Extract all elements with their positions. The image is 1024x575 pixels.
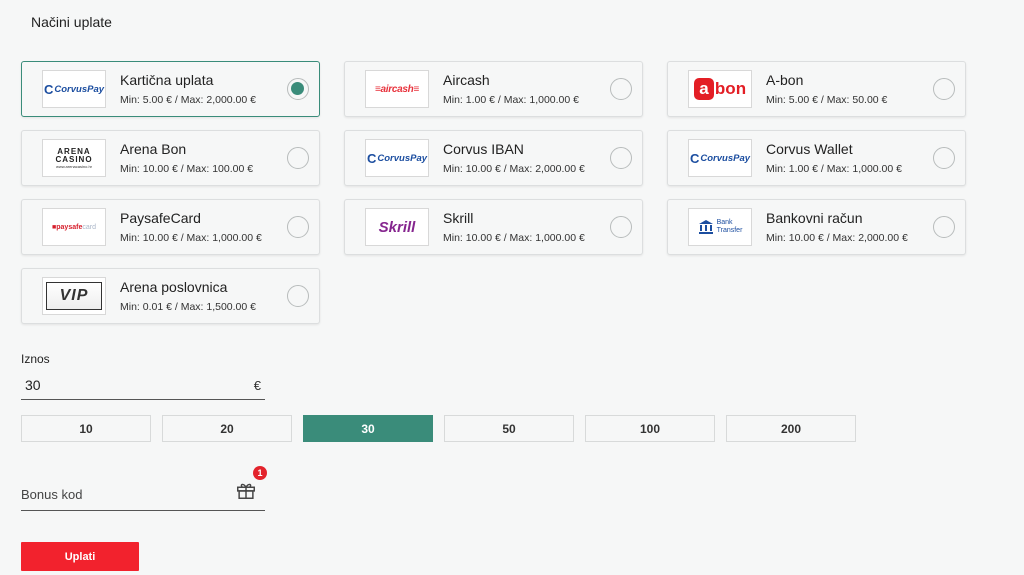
payment-method-name: Kartična uplata (120, 72, 214, 88)
payment-method-limits: Min: 5.00 € / Max: 2,000.00 € (120, 94, 256, 106)
payment-method-radio[interactable] (933, 78, 955, 100)
preset-button-100[interactable]: 100 (585, 415, 715, 442)
corvus-pay-logo: C CorvusPay (688, 139, 752, 177)
payment-method-limits: Min: 10.00 € / Max: 1,000.00 € (443, 232, 585, 244)
payment-method-name: Arena Bon (120, 141, 187, 157)
payment-method-limits: Min: 1.00 € / Max: 1,000.00 € (443, 94, 579, 106)
bank-icon (698, 220, 713, 234)
corvus-pay-logo: C CorvusPay (365, 139, 429, 177)
bank-transfer-logo: Bank Transfer (688, 208, 752, 246)
submit-payment-button[interactable]: Uplati (21, 542, 139, 571)
payment-method-radio[interactable] (933, 216, 955, 238)
payment-method-name: Aircash (443, 72, 490, 88)
amount-input[interactable] (25, 374, 225, 396)
bonus-code-input[interactable] (21, 482, 221, 506)
page-title: Načini uplate (31, 14, 112, 30)
payment-method-limits: Min: 1.00 € / Max: 1,000.00 € (766, 163, 902, 175)
skrill-logo: Skrill (365, 208, 429, 246)
preset-button-20[interactable]: 20 (162, 415, 292, 442)
payment-method-bankovni-racun[interactable]: Bank Transfer Bankovni račun Min: 10.00 €… (667, 199, 966, 255)
payment-method-aircash[interactable]: ≡aircash≡ Aircash Min: 1.00 € / Max: 1,0… (344, 61, 643, 117)
amount-presets: 10 20 30 50 100 200 (21, 415, 856, 442)
amount-label: Iznos (21, 352, 50, 366)
paysafecard-logo: ■paysafecard (42, 208, 106, 246)
payment-method-a-bon[interactable]: a bon A-bon Min: 5.00 € / Max: 50.00 € (667, 61, 966, 117)
payment-method-limits: Min: 10.00 € / Max: 2,000.00 € (766, 232, 908, 244)
currency-symbol: € (253, 378, 261, 393)
payment-method-limits: Min: 10.00 € / Max: 100.00 € (120, 163, 254, 175)
payment-method-radio[interactable] (610, 147, 632, 169)
payment-method-paysafecard[interactable]: ■paysafecard PaysafeCard Min: 10.00 € / … (21, 199, 320, 255)
preset-button-10[interactable]: 10 (21, 415, 151, 442)
payment-method-name: PaysafeCard (120, 210, 201, 226)
payment-method-name: Corvus IBAN (443, 141, 524, 157)
vip-logo: VIP (42, 277, 106, 315)
payment-method-corvus-iban[interactable]: C CorvusPay Corvus IBAN Min: 10.00 € / Ma… (344, 130, 643, 186)
payment-method-name: Arena poslovnica (120, 279, 228, 295)
aircash-logo: ≡aircash≡ (365, 70, 429, 108)
payment-method-arena-bon[interactable]: ARENA CASINO www.arenacasino.hr Arena Bo… (21, 130, 320, 186)
payment-method-limits: Min: 10.00 € / Max: 1,000.00 € (120, 232, 262, 244)
arena-casino-logo: ARENA CASINO www.arenacasino.hr (42, 139, 106, 177)
bonus-count-badge: 1 (253, 466, 267, 480)
payment-method-radio[interactable] (933, 147, 955, 169)
payment-method-limits: Min: 10.00 € / Max: 2,000.00 € (443, 163, 585, 175)
payment-method-name: Skrill (443, 210, 474, 226)
corvus-pay-logo: C CorvusPay (42, 70, 106, 108)
preset-button-50[interactable]: 50 (444, 415, 574, 442)
payment-method-radio[interactable] (610, 216, 632, 238)
bonus-code-field: 1 (21, 466, 267, 511)
payment-method-arena-poslovnica[interactable]: VIP Arena poslovnica Min: 0.01 € / Max: … (21, 268, 320, 324)
payment-method-radio[interactable] (287, 216, 309, 238)
payment-method-limits: Min: 0.01 € / Max: 1,500.00 € (120, 301, 256, 313)
payment-method-skrill[interactable]: Skrill Skrill Min: 10.00 € / Max: 1,000.… (344, 199, 643, 255)
payment-method-karticna-uplata[interactable]: C CorvusPay Kartična uplata Min: 5.00 € /… (21, 61, 320, 117)
payment-method-radio[interactable] (610, 78, 632, 100)
payment-method-radio[interactable] (287, 285, 309, 307)
payment-method-radio[interactable] (287, 78, 309, 100)
payment-methods-grid: C CorvusPay Kartična uplata Min: 5.00 € /… (21, 61, 967, 324)
preset-button-30[interactable]: 30 (303, 415, 433, 442)
payment-method-limits: Min: 5.00 € / Max: 50.00 € (766, 94, 888, 106)
payment-method-name: Bankovni račun (766, 210, 863, 226)
gift-icon[interactable] (235, 479, 257, 501)
preset-button-200[interactable]: 200 (726, 415, 856, 442)
payment-method-corvus-wallet[interactable]: C CorvusPay Corvus Wallet Min: 1.00 € / M… (667, 130, 966, 186)
payment-method-name: A-bon (766, 72, 804, 88)
abon-logo: a bon (688, 70, 752, 108)
payment-method-radio[interactable] (287, 147, 309, 169)
payment-method-name: Corvus Wallet (766, 141, 853, 157)
amount-field: € (21, 374, 265, 400)
